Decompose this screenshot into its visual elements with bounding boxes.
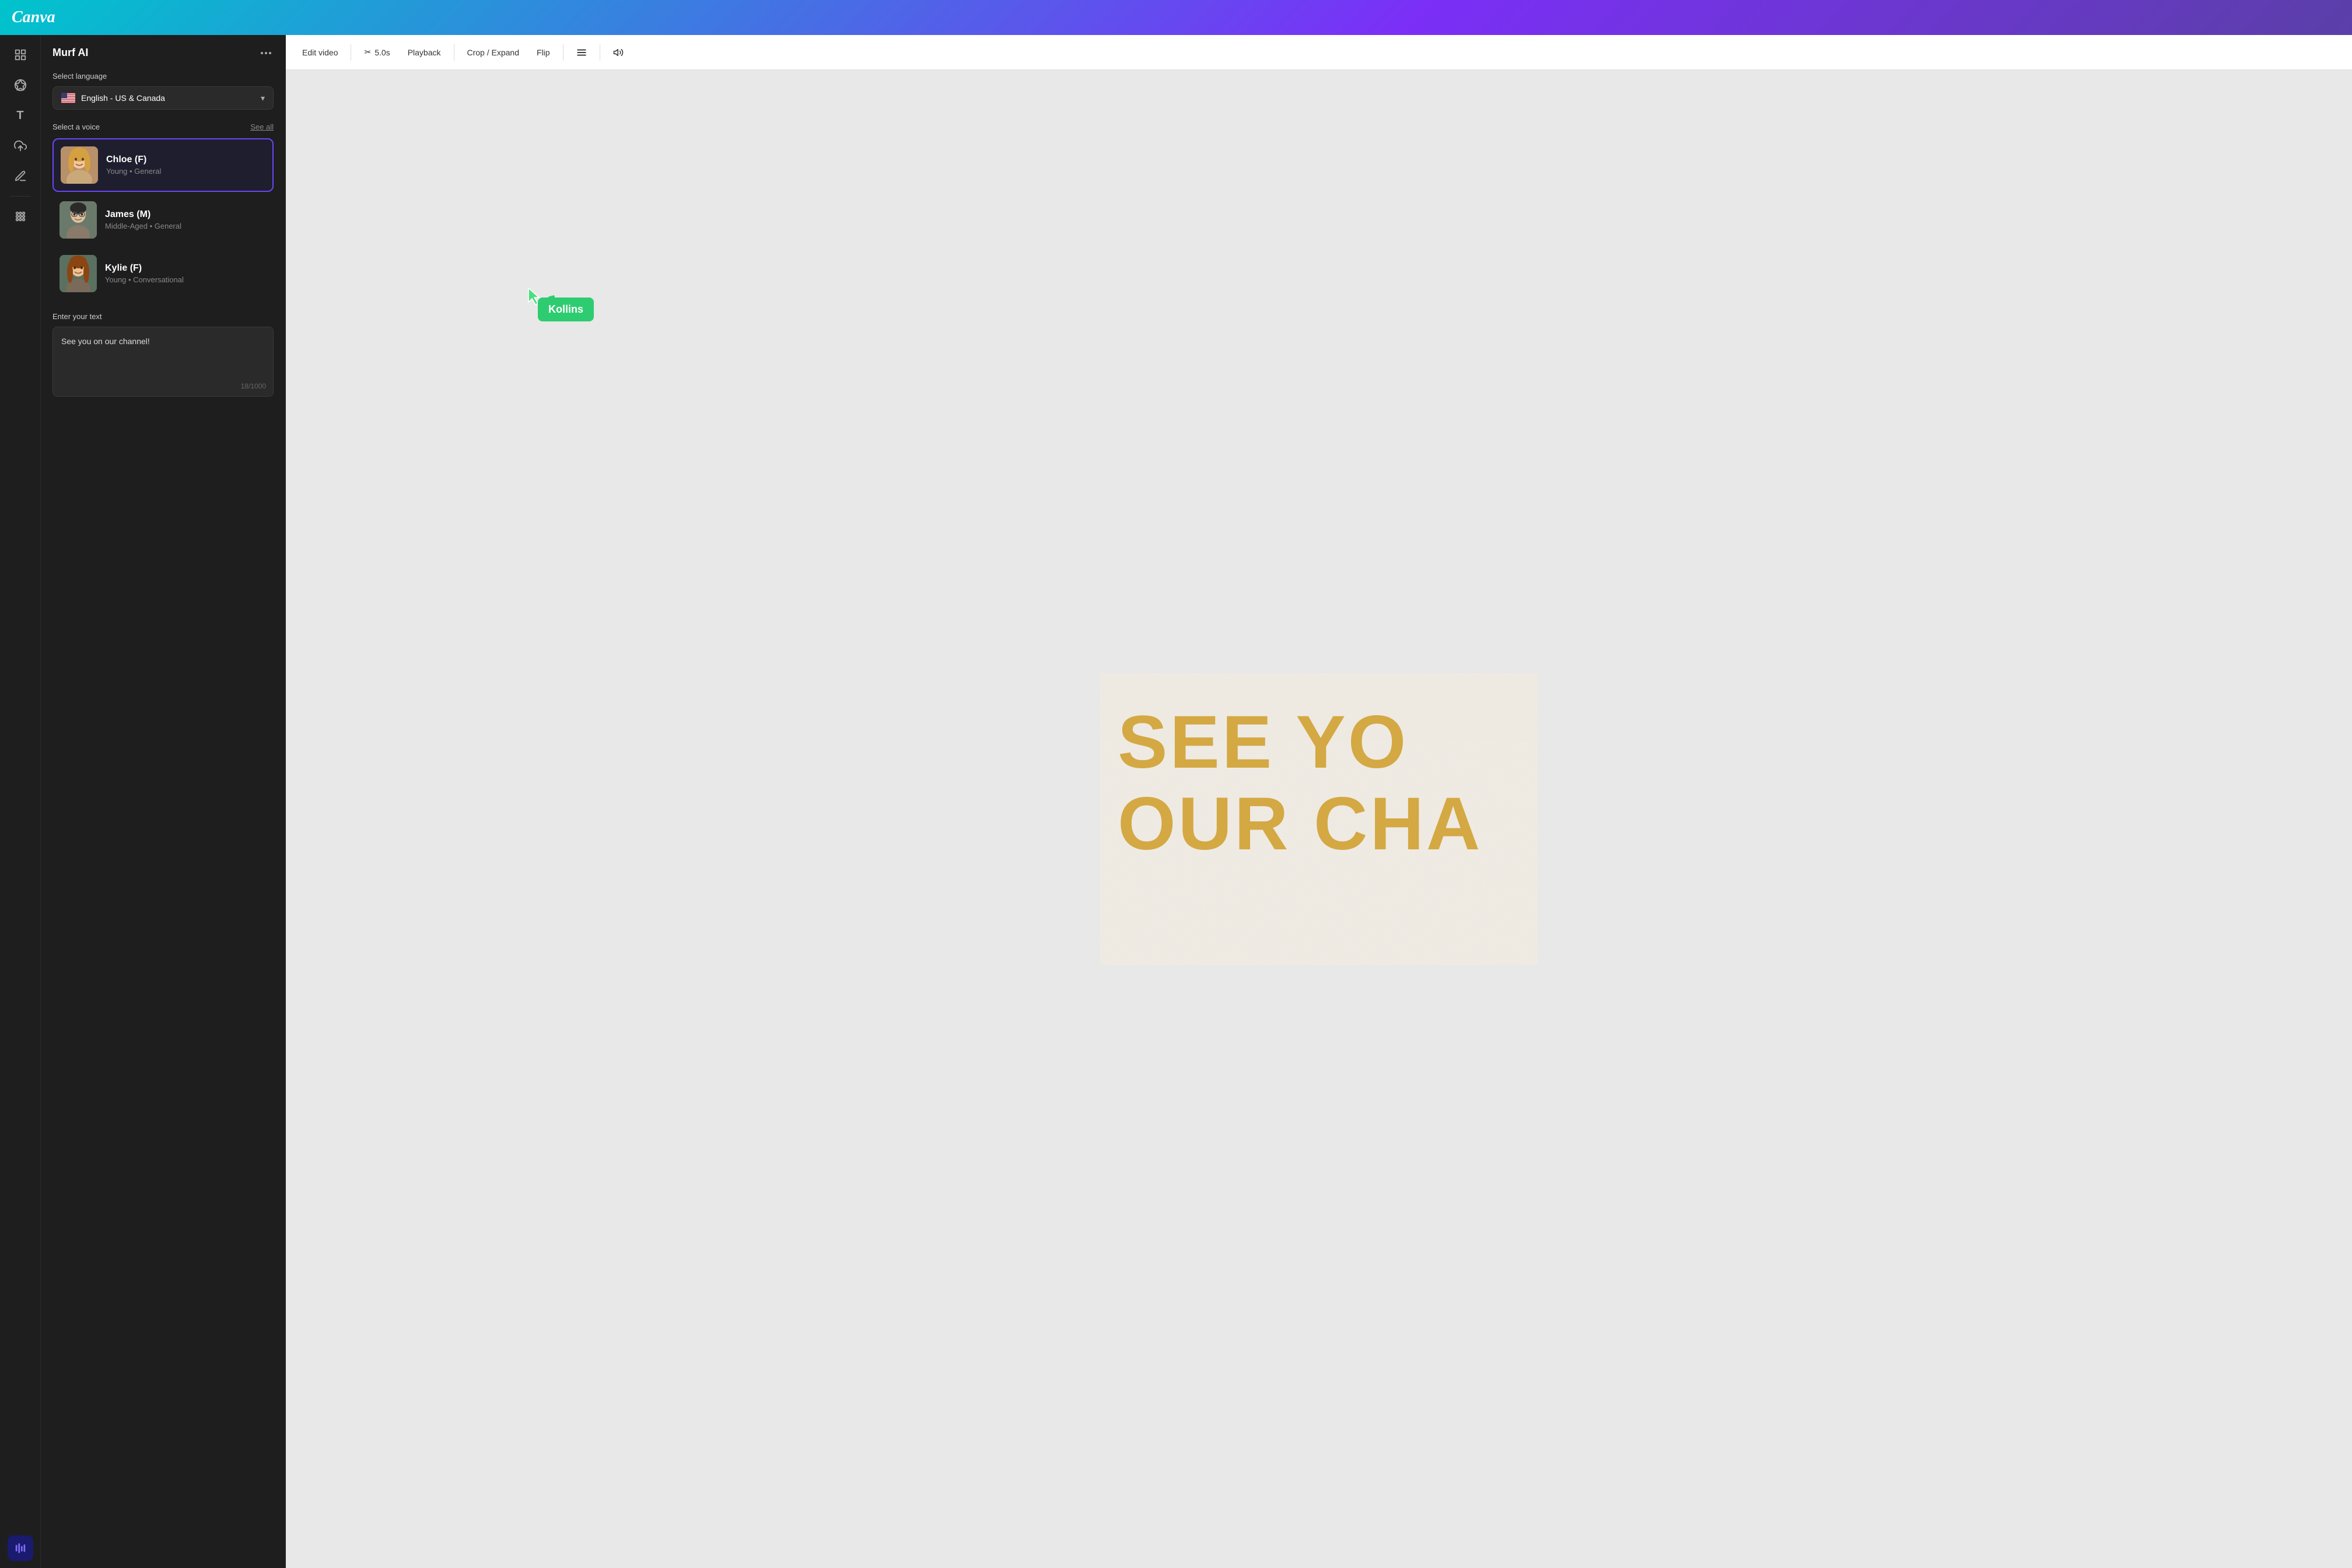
- sidebar-item-apps[interactable]: [8, 204, 33, 229]
- flip-button[interactable]: Flip: [530, 44, 557, 61]
- voice-list: Chloe (F) Young • General: [52, 138, 274, 299]
- toolbar-separator-3: [563, 44, 564, 61]
- sidebar-item-layout[interactable]: [8, 42, 33, 68]
- edit-video-button[interactable]: Edit video: [295, 44, 345, 61]
- voice-info-james: James (M) Middle-Aged • General: [105, 209, 267, 230]
- crop-expand-label: Crop / Expand: [467, 48, 520, 57]
- canvas-text-line1: SEE YO: [1118, 705, 1408, 780]
- left-sidebar: T: [0, 35, 41, 1568]
- voice-desc-james: Middle-Aged • General: [105, 222, 267, 230]
- canvas-area: SEE YO OUR CHA Kollins: [286, 70, 2352, 1568]
- kollins-tooltip: Kollins: [538, 298, 594, 321]
- design-canvas: SEE YO OUR CHA: [1100, 673, 1538, 965]
- sidebar-item-draw[interactable]: [8, 163, 33, 189]
- voice-avatar-james: [60, 201, 97, 239]
- text-input-content[interactable]: See you on our channel!: [61, 335, 265, 348]
- edit-video-label: Edit video: [302, 48, 338, 57]
- chevron-down-icon: ▾: [261, 93, 265, 103]
- text-input-box[interactable]: See you on our channel! 18/1000: [52, 327, 274, 397]
- sidebar-item-upload[interactable]: [8, 133, 33, 159]
- canva-logo: Canva: [12, 8, 55, 27]
- crop-expand-button[interactable]: Crop / Expand: [460, 44, 527, 61]
- cursor-arrow: [526, 287, 542, 309]
- language-select-dropdown[interactable]: English - US & Canada ▾: [52, 86, 274, 110]
- see-all-button[interactable]: See all: [250, 123, 274, 131]
- voice-avatar-chloe: [61, 146, 98, 184]
- voice-info-kylie: Kylie (F) Young • Conversational: [105, 263, 267, 284]
- voice-desc-kylie: Young • Conversational: [105, 275, 267, 284]
- murf-panel-title: Murf AI: [52, 47, 88, 59]
- select-language-label: Select language: [52, 72, 274, 80]
- header-bar: Canva: [0, 0, 2352, 35]
- voice-item-kylie[interactable]: Kylie (F) Young • Conversational: [52, 248, 274, 299]
- language-value: English - US & Canada: [81, 93, 165, 103]
- playback-button[interactable]: Playback: [401, 44, 448, 61]
- voice-name-chloe: Chloe (F): [106, 155, 265, 165]
- more-options-button[interactable]: [258, 50, 274, 57]
- voice-desc-chloe: Young • General: [106, 167, 265, 176]
- sidebar-item-elements[interactable]: [8, 72, 33, 98]
- voice-name-kylie: Kylie (F): [105, 263, 267, 274]
- sidebar-bottom: [8, 1535, 33, 1561]
- cut-button[interactable]: ✂ 5.0s: [357, 43, 397, 61]
- enter-text-label: Enter your text: [52, 312, 274, 321]
- volume-button[interactable]: [606, 43, 631, 62]
- flip-label: Flip: [537, 48, 550, 57]
- voice-item-james[interactable]: James (M) Middle-Aged • General: [52, 194, 274, 246]
- hamburger-button[interactable]: [569, 43, 594, 62]
- tooltip-label: Kollins: [548, 303, 583, 315]
- toolbar: Edit video ✂ 5.0s Playback Crop / Expand…: [286, 35, 2352, 70]
- voice-info-chloe: Chloe (F) Young • General: [106, 155, 265, 176]
- voice-avatar-kylie: [60, 255, 97, 292]
- murf-panel: Murf AI Select language: [41, 35, 286, 1568]
- murf-panel-header: Murf AI: [52, 47, 274, 59]
- char-count: 18/1000: [241, 382, 266, 390]
- voice-item-chloe[interactable]: Chloe (F) Young • General: [52, 138, 274, 192]
- flag-icon: [61, 93, 75, 103]
- duration-label: 5.0s: [374, 48, 390, 57]
- sidebar-item-text[interactable]: T: [8, 103, 33, 128]
- voice-header: Select a voice See all: [52, 123, 274, 131]
- scissors-icon: ✂: [364, 47, 371, 57]
- voice-name-james: James (M): [105, 209, 267, 220]
- language-select-left: English - US & Canada: [61, 93, 165, 103]
- sidebar-divider: [10, 196, 31, 197]
- text-icon: T: [16, 109, 23, 123]
- sidebar-item-murf[interactable]: [8, 1535, 33, 1561]
- select-voice-label: Select a voice: [52, 123, 100, 131]
- playback-label: Playback: [408, 48, 441, 57]
- canvas-text-line2: OUR CHA: [1118, 787, 1482, 862]
